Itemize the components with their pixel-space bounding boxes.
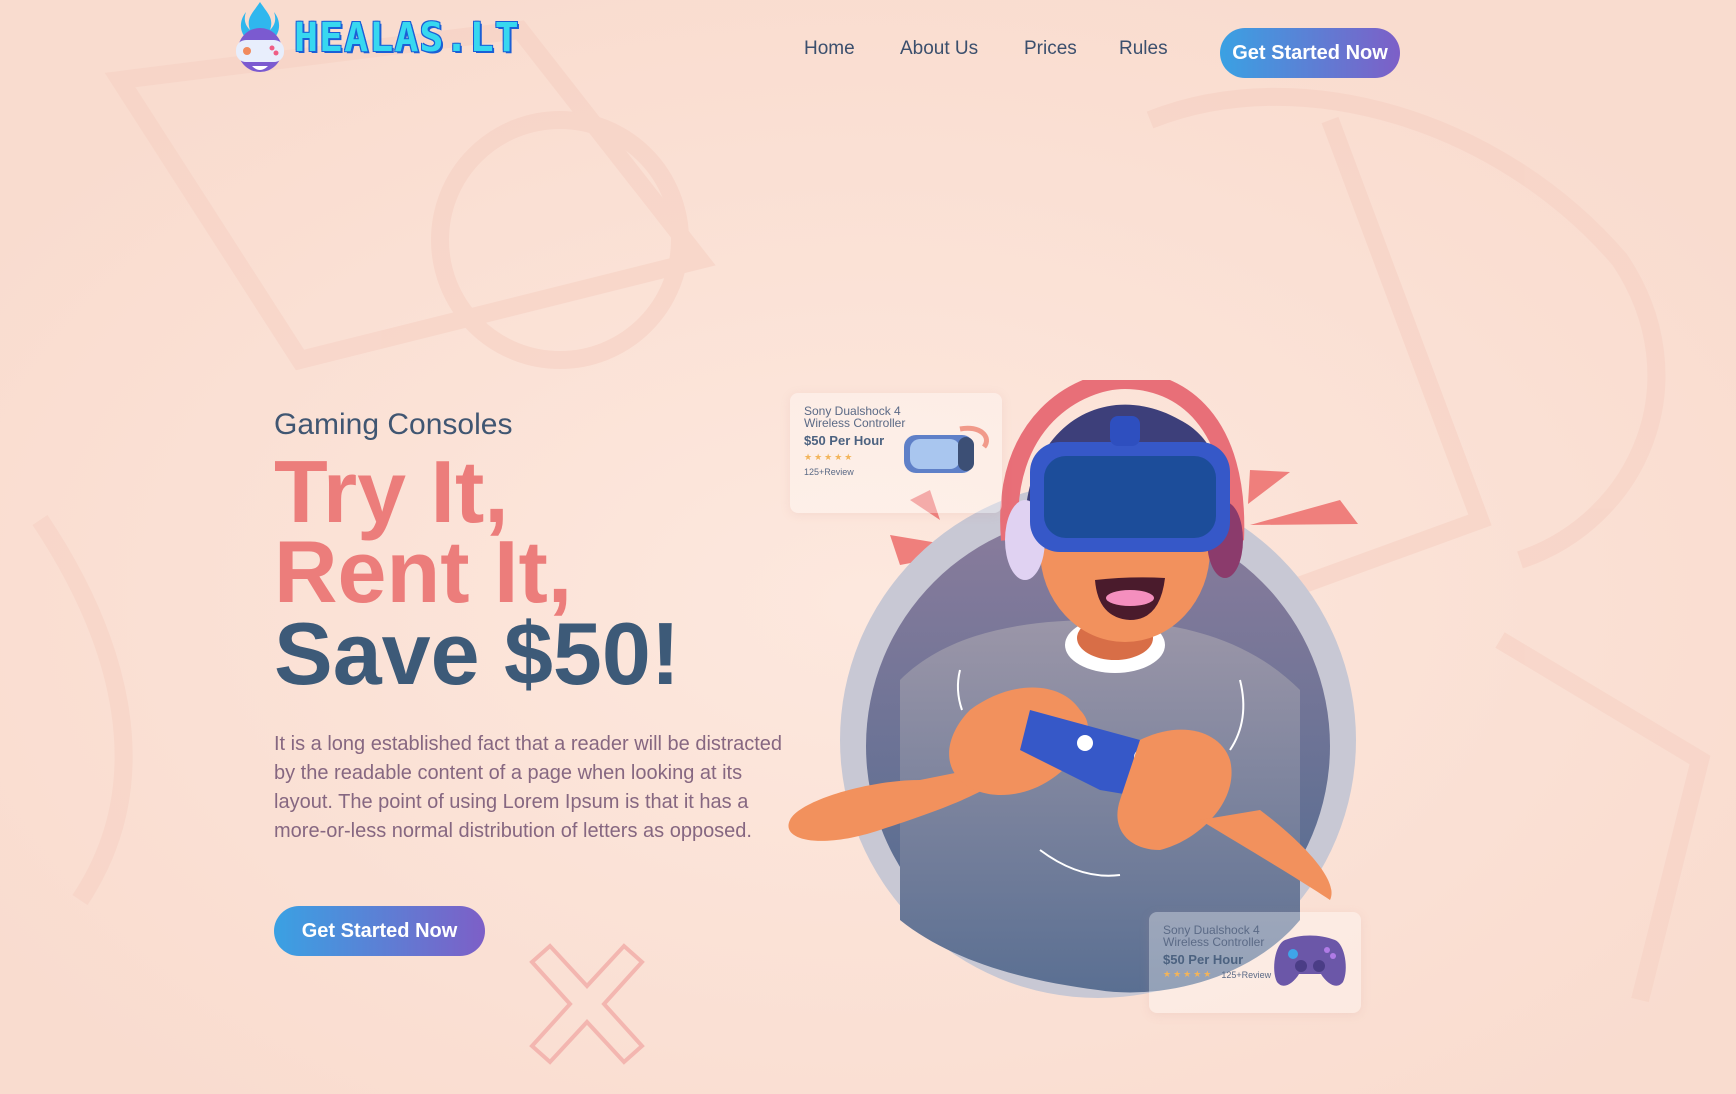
vr-headset-icon [904, 425, 989, 473]
headline-line-2: Rent It, [274, 522, 573, 621]
hero-get-started-button[interactable]: Get Started Now [274, 906, 485, 956]
nav-home[interactable]: Home [804, 38, 855, 60]
product-card-title: Sony Dualshock 4 Wireless Controller [1163, 923, 1265, 949]
headline-line-3: Save $50! [274, 604, 681, 703]
product-card[interactable]: Sony Dualshock 4 Wireless Controller $50… [790, 393, 1002, 513]
product-card-rating: ★★★★★ [1163, 969, 1214, 979]
hero-description: It is a long established fact that a rea… [274, 733, 783, 842]
nav-prices[interactable]: Prices [1024, 38, 1077, 60]
hero-subtitle: Gaming Consoles [274, 408, 513, 441]
nav-rules[interactable]: Rules [1119, 38, 1168, 60]
gamepad-icon [1274, 935, 1346, 986]
hero-headline: Try It, Rent It, Save $50! [274, 442, 681, 703]
header-get-started-button[interactable]: Get Started Now [1220, 28, 1400, 78]
product-card[interactable]: Sony Dualshock 4 Wireless Controller $50… [1149, 912, 1361, 1013]
main-nav: Home About Us Prices Rules [0, 38, 1736, 68]
decorative-x-icon [529, 943, 645, 1065]
product-card-reviews: 125+Review [1221, 969, 1272, 980]
product-card-title: Sony Dualshock 4 Wireless Controller [804, 404, 906, 430]
headline-line-1: Try It, [274, 442, 509, 541]
nav-about-us[interactable]: About Us [900, 38, 978, 60]
